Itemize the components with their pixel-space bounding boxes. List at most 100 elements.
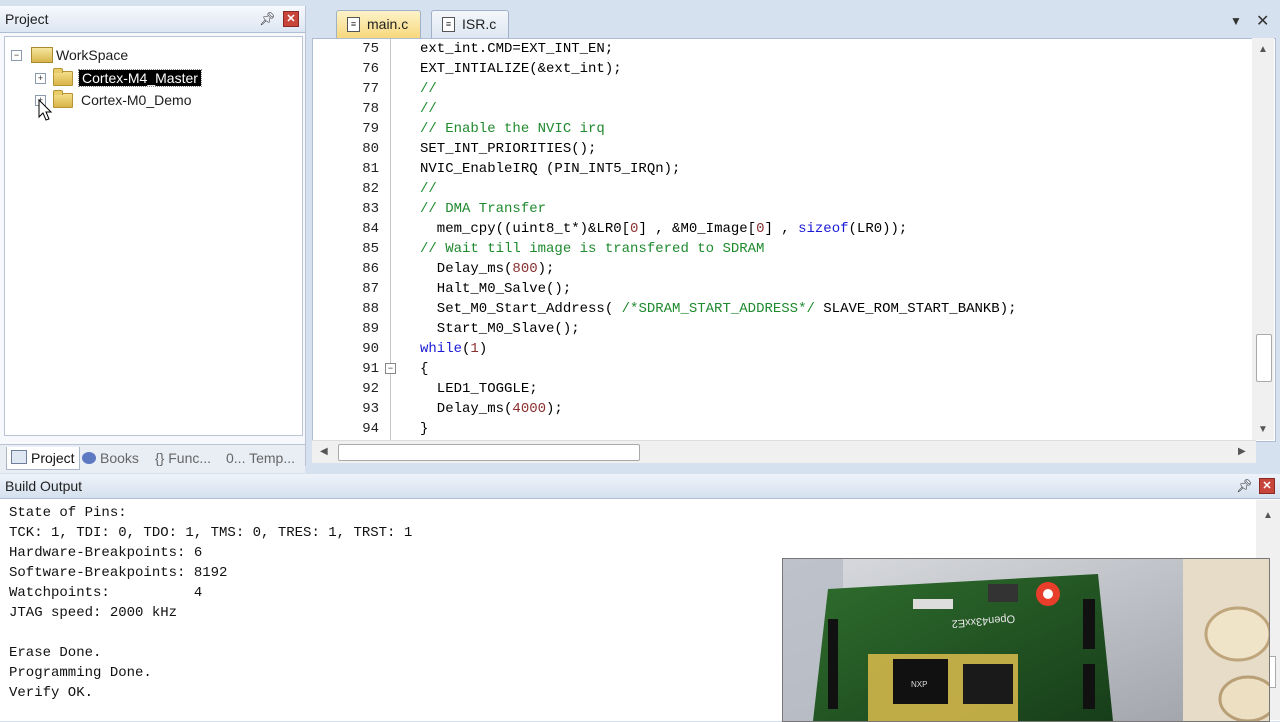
code-line[interactable]: // — [420, 181, 437, 197]
scroll-left-icon[interactable]: ◀ — [320, 446, 328, 457]
code-line[interactable]: Set_M0_Start_Address( /*SDRAM_START_ADDR… — [420, 301, 1017, 317]
tree-item-label: Cortex-M4_Master — [78, 69, 202, 87]
tab-books[interactable]: Books — [82, 447, 139, 469]
project-pane-title: Project — [5, 11, 49, 27]
build-output-line: Watchpoints: 4 — [9, 585, 203, 601]
file-icon: ≡ — [442, 17, 455, 32]
code-line[interactable]: LED1_TOGGLE; — [420, 381, 538, 397]
mouse-cursor-icon — [38, 99, 53, 121]
tab-isr-c-label: ISR.c — [462, 16, 497, 32]
line-number: 93 — [362, 401, 379, 417]
code-line[interactable]: } — [420, 421, 428, 437]
board-photo: Open43xxE2 NXP — [782, 558, 1270, 722]
tab-main-c[interactable]: ≡ main.c — [336, 10, 422, 38]
line-number: 84 — [362, 221, 379, 237]
code-line[interactable]: // — [420, 101, 437, 117]
horizontal-scroll-thumb[interactable] — [338, 444, 640, 461]
build-output-line: Erase Done. — [9, 645, 102, 661]
project-bottom-tabs: Project Books {} Func... 0... Temp... — [0, 444, 305, 473]
build-output-line: Software-Breakpoints: 8192 — [9, 565, 228, 581]
close-build-output-button[interactable]: ✕ — [1259, 478, 1275, 494]
board-photo-image: Open43xxE2 NXP — [783, 559, 1269, 721]
build-output-line: Hardware-Breakpoints: 6 — [9, 545, 203, 561]
books-icon — [82, 452, 96, 464]
line-number: 85 — [362, 241, 379, 257]
scroll-up-icon[interactable]: ▲ — [1263, 510, 1273, 521]
code-line[interactable]: Start_M0_Slave(); — [420, 321, 580, 337]
code-line[interactable]: // DMA Transfer — [420, 201, 546, 217]
line-number: 78 — [362, 101, 379, 117]
line-number: 79 — [362, 121, 379, 137]
tab-main-c-label: main.c — [367, 16, 409, 32]
scroll-up-icon[interactable]: ▲ — [1258, 44, 1268, 55]
scroll-right-icon[interactable]: ▶ — [1238, 446, 1246, 457]
pin-icon[interactable]: 📌︎ — [259, 11, 276, 27]
line-number: 75 — [362, 41, 379, 57]
workspace-icon — [31, 47, 53, 63]
code-line[interactable]: Delay_ms(4000); — [420, 401, 563, 417]
code-line[interactable]: SET_INT_PRIORITIES(); — [420, 141, 596, 157]
project-tree: − WorkSpace + Cortex-M4_Master + Cortex-… — [4, 36, 303, 436]
pin-icon[interactable]: 📌︎ — [1236, 478, 1253, 494]
line-number: 83 — [362, 201, 379, 217]
build-output-line: Verify OK. — [9, 685, 94, 701]
build-output-header: Build Output 📌︎ ✕ — [0, 474, 1280, 498]
line-number: 82 — [362, 181, 379, 197]
expand-icon[interactable]: + — [35, 73, 46, 84]
scroll-down-icon[interactable]: ▼ — [1258, 424, 1268, 435]
tab-project[interactable]: Project — [6, 447, 80, 470]
tab-books-label: Books — [100, 450, 139, 466]
folder-icon — [53, 68, 73, 86]
code-line[interactable]: // Enable the NVIC irq — [420, 121, 605, 137]
code-line[interactable]: // — [420, 81, 437, 97]
code-line[interactable]: { — [420, 361, 428, 377]
tab-functions[interactable]: {} Func... — [155, 447, 211, 469]
fold-collapse-icon[interactable]: − — [385, 363, 396, 374]
code-line[interactable]: EXT_INTIALIZE(&ext_int); — [420, 61, 622, 77]
collapse-icon[interactable]: − — [11, 50, 22, 61]
close-editor-button[interactable]: ✕ — [1256, 11, 1269, 31]
editor-horizontal-scrollbar[interactable]: ◀ ▶ — [312, 440, 1256, 463]
line-number: 90 — [362, 341, 379, 357]
editor-tabbar: ≡ main.c ≡ ISR.c ▼ ✕ — [310, 6, 1280, 38]
build-output-line: JTAG speed: 2000 kHz — [9, 605, 178, 621]
fold-gutter — [390, 39, 391, 441]
line-number: 89 — [362, 321, 379, 337]
code-line[interactable]: NVIC_EnableIRQ (PIN_INT5_IRQn); — [420, 161, 680, 177]
code-line[interactable]: mem_cpy((uint8_t*)&LR0[0] , &M0_Image[0]… — [420, 221, 908, 237]
file-icon: ≡ — [347, 17, 360, 32]
code-line[interactable]: Delay_ms(800); — [420, 261, 555, 277]
build-output-line: TCK: 1, TDI: 0, TDO: 1, TMS: 0, TRES: 1,… — [9, 525, 413, 541]
line-number: 87 — [362, 281, 379, 297]
line-number: 92 — [362, 381, 379, 397]
tab-project-label: Project — [31, 450, 75, 466]
chip-marking-text: NXP — [911, 680, 927, 689]
code-line[interactable]: while(1) — [420, 341, 487, 357]
tab-templates[interactable]: 0... Temp... — [226, 447, 295, 469]
line-number: 94 — [362, 421, 379, 437]
folder-icon — [53, 90, 73, 108]
tree-item-cortex-m0-demo[interactable]: Cortex-M0_Demo — [81, 90, 191, 110]
build-output-line: State of Pins: — [9, 505, 127, 521]
build-output-line: Programming Done. — [9, 665, 152, 681]
tree-root-workspace[interactable]: WorkSpace — [56, 45, 128, 65]
code-line[interactable]: // Wait till image is transfered to SDRA… — [420, 241, 764, 257]
editor-vertical-scrollbar[interactable]: ▲ ▼ — [1252, 38, 1274, 440]
line-number: 88 — [362, 301, 379, 317]
line-number: 76 — [362, 61, 379, 77]
vertical-scroll-thumb[interactable] — [1256, 334, 1272, 382]
build-output-title: Build Output — [5, 478, 83, 494]
line-number: 77 — [362, 81, 379, 97]
tab-isr-c[interactable]: ≡ ISR.c — [431, 10, 510, 38]
chevron-down-icon[interactable]: ▼ — [1230, 14, 1242, 28]
code-line[interactable]: ext_int.CMD=EXT_INT_EN; — [420, 41, 613, 57]
close-project-pane-button[interactable]: ✕ — [283, 11, 299, 27]
project-icon — [11, 450, 27, 464]
tree-item-cortex-m4-master[interactable]: Cortex-M4_Master — [78, 68, 202, 88]
line-number: 80 — [362, 141, 379, 157]
line-number: 86 — [362, 261, 379, 277]
line-number: 81 — [362, 161, 379, 177]
code-editor[interactable]: 75 ext_int.CMD=EXT_INT_EN; 76 EXT_INTIALIZE… — [312, 38, 1276, 442]
code-line[interactable]: Halt_M0_Salve(); — [420, 281, 571, 297]
project-pane: Project 📌︎ ✕ − WorkSpace + Cortex-M4_Mas… — [0, 6, 306, 473]
